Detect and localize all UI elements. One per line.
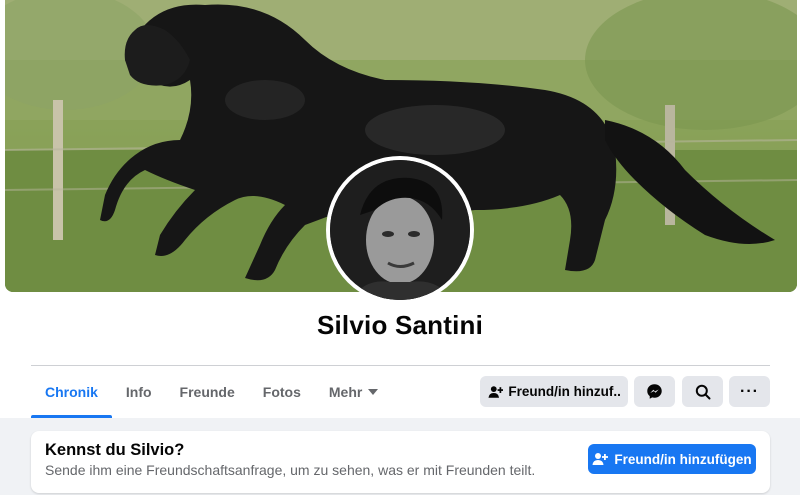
add-friend-button[interactable]: Freund/in hinzuf... [480, 376, 628, 407]
profile-header: Silvio Santini Chronik Info Freunde Foto… [0, 0, 800, 418]
search-icon [695, 384, 710, 399]
search-button[interactable] [682, 376, 723, 407]
card-title: Kennst du Silvio? [45, 441, 185, 459]
card-subtitle: Sende ihm eine Freundschaftsanfrage, um … [45, 462, 536, 478]
add-friend-icon [592, 453, 609, 465]
add-friend-primary-label: Freund/in hinzufügen [614, 451, 752, 467]
tab-label: Info [125, 384, 152, 400]
avatar-ring[interactable] [326, 156, 474, 304]
tab-chronik[interactable]: Chronik [31, 366, 112, 418]
profile-photo-icon[interactable] [330, 160, 470, 300]
more-options-button[interactable]: ··· [729, 376, 770, 407]
profile-name: Silvio Santini [316, 310, 484, 340]
add-friend-primary-button[interactable]: Freund/in hinzufügen [588, 444, 756, 474]
tab-freunde[interactable]: Freunde [166, 366, 249, 418]
message-button[interactable] [634, 376, 675, 407]
tab-label: Freunde [179, 384, 235, 400]
add-friend-label: Freund/in hinzuf... [508, 384, 620, 399]
tab-fotos[interactable]: Fotos [249, 366, 315, 418]
profile-tabs: Chronik Info Freunde Fotos Mehr [31, 366, 392, 418]
tab-label: Chronik [45, 384, 98, 400]
more-dots-icon: ··· [740, 382, 759, 400]
caret-down-icon [368, 389, 379, 395]
tab-label: Mehr [328, 384, 363, 400]
tab-info[interactable]: Info [112, 366, 166, 418]
tab-label: Fotos [262, 384, 301, 400]
messenger-icon [647, 384, 662, 399]
tab-mehr[interactable]: Mehr [315, 366, 392, 418]
add-friend-icon [488, 385, 504, 398]
friend-suggestion-card: Kennst du Silvio? Sende ihm eine Freunds… [31, 431, 770, 493]
